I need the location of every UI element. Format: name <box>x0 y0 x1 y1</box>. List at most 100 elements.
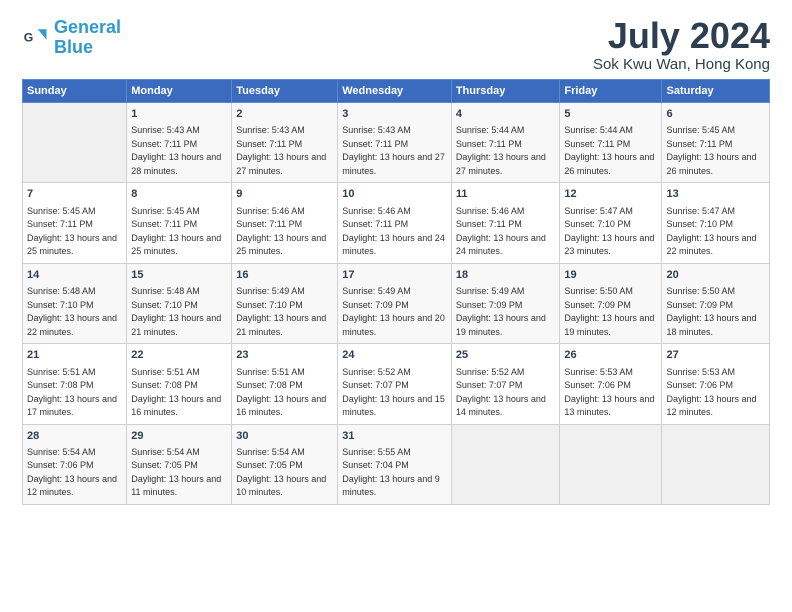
calendar-cell: 23 Sunrise: 5:51 AMSunset: 7:08 PMDaylig… <box>232 344 338 424</box>
day-info: Sunrise: 5:46 AMSunset: 7:11 PMDaylight:… <box>236 206 326 257</box>
day-info: Sunrise: 5:54 AMSunset: 7:05 PMDaylight:… <box>236 447 326 498</box>
calendar-row-4: 28 Sunrise: 5:54 AMSunset: 7:06 PMDaylig… <box>23 424 770 504</box>
calendar-cell: 5 Sunrise: 5:44 AMSunset: 7:11 PMDayligh… <box>560 103 662 183</box>
day-number: 6 <box>666 107 765 122</box>
page: G General Blue July 2024 Sok Kwu Wan, Ho… <box>0 0 792 612</box>
calendar-cell <box>662 424 770 504</box>
month-title: July 2024 <box>593 18 770 54</box>
calendar-cell: 22 Sunrise: 5:51 AMSunset: 7:08 PMDaylig… <box>127 344 232 424</box>
day-number: 15 <box>131 268 227 283</box>
title-block: July 2024 Sok Kwu Wan, Hong Kong <box>593 18 770 73</box>
day-number: 11 <box>456 187 556 202</box>
day-number: 26 <box>564 348 657 363</box>
logo-line2: Blue <box>54 37 93 57</box>
calendar-cell: 25 Sunrise: 5:52 AMSunset: 7:07 PMDaylig… <box>451 344 560 424</box>
logo-text: General Blue <box>54 18 121 58</box>
day-number: 23 <box>236 348 333 363</box>
day-info: Sunrise: 5:43 AMSunset: 7:11 PMDaylight:… <box>342 125 445 176</box>
day-info: Sunrise: 5:43 AMSunset: 7:11 PMDaylight:… <box>131 125 221 176</box>
day-info: Sunrise: 5:50 AMSunset: 7:09 PMDaylight:… <box>564 286 654 337</box>
calendar-cell: 10 Sunrise: 5:46 AMSunset: 7:11 PMDaylig… <box>338 183 452 263</box>
day-number: 7 <box>27 187 122 202</box>
calendar-cell: 8 Sunrise: 5:45 AMSunset: 7:11 PMDayligh… <box>127 183 232 263</box>
calendar-cell: 24 Sunrise: 5:52 AMSunset: 7:07 PMDaylig… <box>338 344 452 424</box>
day-info: Sunrise: 5:44 AMSunset: 7:11 PMDaylight:… <box>456 125 546 176</box>
day-number: 31 <box>342 429 447 444</box>
header: G General Blue July 2024 Sok Kwu Wan, Ho… <box>22 18 770 73</box>
calendar-cell: 4 Sunrise: 5:44 AMSunset: 7:11 PMDayligh… <box>451 103 560 183</box>
day-info: Sunrise: 5:50 AMSunset: 7:09 PMDaylight:… <box>666 286 756 337</box>
calendar-cell: 3 Sunrise: 5:43 AMSunset: 7:11 PMDayligh… <box>338 103 452 183</box>
calendar-cell: 12 Sunrise: 5:47 AMSunset: 7:10 PMDaylig… <box>560 183 662 263</box>
header-cell-sunday: Sunday <box>23 80 127 103</box>
calendar-cell: 6 Sunrise: 5:45 AMSunset: 7:11 PMDayligh… <box>662 103 770 183</box>
day-info: Sunrise: 5:54 AMSunset: 7:05 PMDaylight:… <box>131 447 221 498</box>
header-cell-tuesday: Tuesday <box>232 80 338 103</box>
calendar-cell: 9 Sunrise: 5:46 AMSunset: 7:11 PMDayligh… <box>232 183 338 263</box>
day-info: Sunrise: 5:51 AMSunset: 7:08 PMDaylight:… <box>27 367 117 418</box>
calendar-cell <box>451 424 560 504</box>
day-number: 9 <box>236 187 333 202</box>
calendar-cell <box>560 424 662 504</box>
day-info: Sunrise: 5:45 AMSunset: 7:11 PMDaylight:… <box>131 206 221 257</box>
day-info: Sunrise: 5:52 AMSunset: 7:07 PMDaylight:… <box>456 367 546 418</box>
location: Sok Kwu Wan, Hong Kong <box>593 56 770 73</box>
day-info: Sunrise: 5:51 AMSunset: 7:08 PMDaylight:… <box>131 367 221 418</box>
day-number: 3 <box>342 107 447 122</box>
calendar-cell: 16 Sunrise: 5:49 AMSunset: 7:10 PMDaylig… <box>232 263 338 343</box>
day-info: Sunrise: 5:46 AMSunset: 7:11 PMDaylight:… <box>456 206 546 257</box>
day-number: 18 <box>456 268 556 283</box>
calendar-cell: 21 Sunrise: 5:51 AMSunset: 7:08 PMDaylig… <box>23 344 127 424</box>
day-number: 10 <box>342 187 447 202</box>
day-info: Sunrise: 5:49 AMSunset: 7:10 PMDaylight:… <box>236 286 326 337</box>
calendar-cell: 26 Sunrise: 5:53 AMSunset: 7:06 PMDaylig… <box>560 344 662 424</box>
day-number: 29 <box>131 429 227 444</box>
calendar-cell: 29 Sunrise: 5:54 AMSunset: 7:05 PMDaylig… <box>127 424 232 504</box>
calendar-cell: 19 Sunrise: 5:50 AMSunset: 7:09 PMDaylig… <box>560 263 662 343</box>
day-info: Sunrise: 5:52 AMSunset: 7:07 PMDaylight:… <box>342 367 445 418</box>
calendar-row-2: 14 Sunrise: 5:48 AMSunset: 7:10 PMDaylig… <box>23 263 770 343</box>
day-info: Sunrise: 5:44 AMSunset: 7:11 PMDaylight:… <box>564 125 654 176</box>
calendar-cell: 7 Sunrise: 5:45 AMSunset: 7:11 PMDayligh… <box>23 183 127 263</box>
calendar-row-3: 21 Sunrise: 5:51 AMSunset: 7:08 PMDaylig… <box>23 344 770 424</box>
day-number: 17 <box>342 268 447 283</box>
day-info: Sunrise: 5:46 AMSunset: 7:11 PMDaylight:… <box>342 206 445 257</box>
day-info: Sunrise: 5:48 AMSunset: 7:10 PMDaylight:… <box>27 286 117 337</box>
day-info: Sunrise: 5:55 AMSunset: 7:04 PMDaylight:… <box>342 447 440 498</box>
calendar-cell: 28 Sunrise: 5:54 AMSunset: 7:06 PMDaylig… <box>23 424 127 504</box>
calendar-cell: 27 Sunrise: 5:53 AMSunset: 7:06 PMDaylig… <box>662 344 770 424</box>
day-number: 5 <box>564 107 657 122</box>
day-number: 14 <box>27 268 122 283</box>
header-cell-saturday: Saturday <box>662 80 770 103</box>
day-info: Sunrise: 5:53 AMSunset: 7:06 PMDaylight:… <box>666 367 756 418</box>
day-info: Sunrise: 5:43 AMSunset: 7:11 PMDaylight:… <box>236 125 326 176</box>
header-cell-monday: Monday <box>127 80 232 103</box>
svg-text:G: G <box>24 30 34 44</box>
day-number: 27 <box>666 348 765 363</box>
day-number: 21 <box>27 348 122 363</box>
day-info: Sunrise: 5:47 AMSunset: 7:10 PMDaylight:… <box>666 206 756 257</box>
day-number: 2 <box>236 107 333 122</box>
calendar-cell: 31 Sunrise: 5:55 AMSunset: 7:04 PMDaylig… <box>338 424 452 504</box>
calendar-cell: 14 Sunrise: 5:48 AMSunset: 7:10 PMDaylig… <box>23 263 127 343</box>
calendar-cell: 2 Sunrise: 5:43 AMSunset: 7:11 PMDayligh… <box>232 103 338 183</box>
header-cell-friday: Friday <box>560 80 662 103</box>
day-number: 12 <box>564 187 657 202</box>
day-info: Sunrise: 5:51 AMSunset: 7:08 PMDaylight:… <box>236 367 326 418</box>
calendar-cell: 13 Sunrise: 5:47 AMSunset: 7:10 PMDaylig… <box>662 183 770 263</box>
day-number: 16 <box>236 268 333 283</box>
calendar-cell: 1 Sunrise: 5:43 AMSunset: 7:11 PMDayligh… <box>127 103 232 183</box>
calendar-cell: 20 Sunrise: 5:50 AMSunset: 7:09 PMDaylig… <box>662 263 770 343</box>
header-cell-thursday: Thursday <box>451 80 560 103</box>
calendar-cell: 17 Sunrise: 5:49 AMSunset: 7:09 PMDaylig… <box>338 263 452 343</box>
day-info: Sunrise: 5:53 AMSunset: 7:06 PMDaylight:… <box>564 367 654 418</box>
day-number: 30 <box>236 429 333 444</box>
day-number: 13 <box>666 187 765 202</box>
day-info: Sunrise: 5:45 AMSunset: 7:11 PMDaylight:… <box>27 206 117 257</box>
calendar-cell <box>23 103 127 183</box>
calendar-cell: 11 Sunrise: 5:46 AMSunset: 7:11 PMDaylig… <box>451 183 560 263</box>
day-number: 25 <box>456 348 556 363</box>
day-number: 4 <box>456 107 556 122</box>
day-info: Sunrise: 5:49 AMSunset: 7:09 PMDaylight:… <box>456 286 546 337</box>
calendar-row-0: 1 Sunrise: 5:43 AMSunset: 7:11 PMDayligh… <box>23 103 770 183</box>
